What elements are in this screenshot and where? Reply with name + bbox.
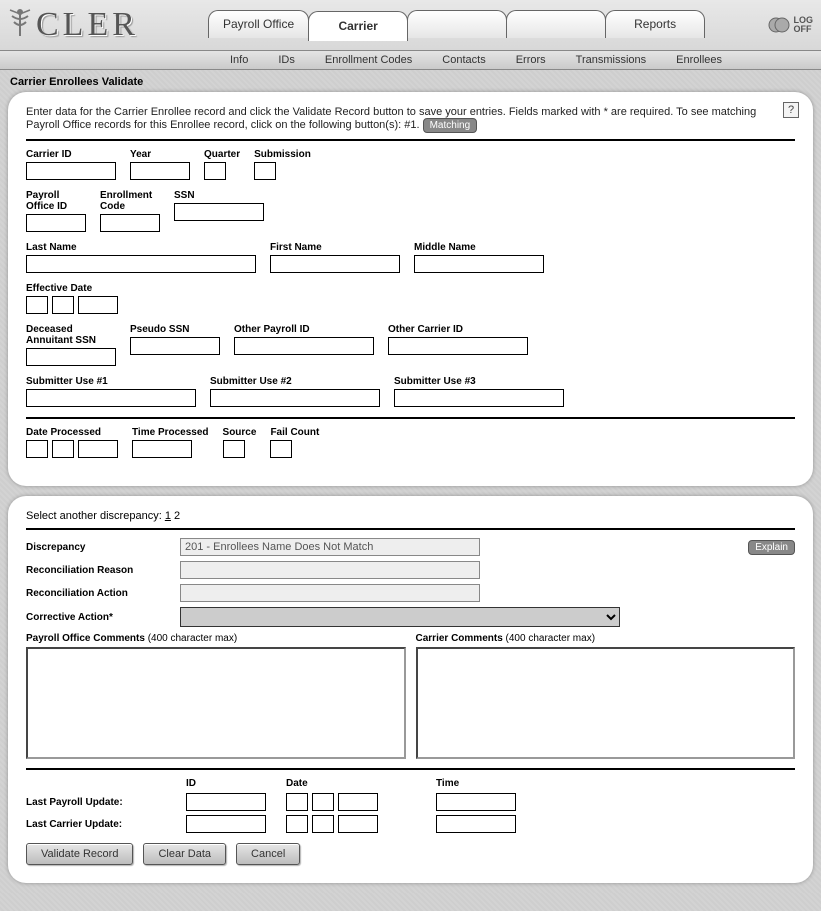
subnav-enrollees[interactable]: Enrollees: [676, 54, 722, 66]
subnav-contacts[interactable]: Contacts: [442, 54, 485, 66]
other-payroll-id-input[interactable]: [234, 337, 374, 355]
sub-nav: Info IDs Enrollment Codes Contacts Error…: [0, 50, 821, 70]
subnav-enrollment-codes[interactable]: Enrollment Codes: [325, 54, 412, 66]
cancel-button[interactable]: Cancel: [236, 843, 300, 865]
page-title: Carrier Enrollees Validate: [10, 76, 811, 88]
last-payroll-update-label: Last Payroll Update:: [26, 797, 176, 808]
last-carrier-id[interactable]: [186, 815, 266, 833]
discrepancy-field: [180, 538, 480, 556]
other-carrier-id-input[interactable]: [388, 337, 528, 355]
last-name-input[interactable]: [26, 255, 256, 273]
last-carrier-date-yyyy[interactable]: [338, 815, 378, 833]
instructions-text: Enter data for the Carrier Enrollee reco…: [26, 106, 795, 133]
tab-blank-2[interactable]: [506, 10, 606, 38]
explain-button[interactable]: Explain: [748, 540, 795, 555]
recon-action-field: [180, 584, 480, 602]
first-name-input[interactable]: [270, 255, 400, 273]
ssn-input[interactable]: [174, 203, 264, 221]
last-payroll-id[interactable]: [186, 793, 266, 811]
brain-icon: [768, 16, 790, 34]
eff-date-dd[interactable]: [52, 296, 74, 314]
last-carrier-date-dd[interactable]: [312, 815, 334, 833]
last-payroll-time[interactable]: [436, 793, 516, 811]
select-discrepancy-line: Select another discrepancy: 1 2: [26, 510, 795, 522]
logoff-line2: OFF: [794, 25, 814, 34]
carrier-id-input[interactable]: [26, 162, 116, 180]
logo-text: CLER: [36, 6, 139, 44]
date-proc-mm[interactable]: [26, 440, 48, 458]
eff-date-mm[interactable]: [26, 296, 48, 314]
time-processed-input[interactable]: [132, 440, 192, 458]
carrier-comments-textarea[interactable]: [416, 647, 796, 759]
middle-name-input[interactable]: [414, 255, 544, 273]
clear-data-button[interactable]: Clear Data: [143, 843, 226, 865]
payroll-office-id-input[interactable]: [26, 214, 86, 232]
tab-payroll-office[interactable]: Payroll Office: [208, 10, 309, 38]
deceased-ssn-input[interactable]: [26, 348, 116, 366]
discrepancy-link-2[interactable]: 2: [174, 510, 180, 522]
enrollment-code-input[interactable]: [100, 214, 160, 232]
fail-count-input[interactable]: [270, 440, 292, 458]
last-carrier-time[interactable]: [436, 815, 516, 833]
subnav-ids[interactable]: IDs: [278, 54, 295, 66]
po-comments-label: Payroll Office Comments (400 character m…: [26, 633, 406, 644]
main-tabs: Payroll Office Carrier Reports: [208, 10, 760, 40]
last-payroll-date-mm[interactable]: [286, 793, 308, 811]
date-proc-yyyy[interactable]: [78, 440, 118, 458]
caduceus-icon: [8, 8, 32, 42]
last-carrier-update-label: Last Carrier Update:: [26, 819, 176, 830]
submitter2-input[interactable]: [210, 389, 380, 407]
submission-input[interactable]: [254, 162, 276, 180]
submitter1-input[interactable]: [26, 389, 196, 407]
subnav-transmissions[interactable]: Transmissions: [576, 54, 647, 66]
recon-reason-field: [180, 561, 480, 579]
subnav-info[interactable]: Info: [230, 54, 248, 66]
eff-date-yyyy[interactable]: [78, 296, 118, 314]
logoff-button[interactable]: LOG OFF: [768, 16, 814, 34]
date-proc-dd[interactable]: [52, 440, 74, 458]
source-input[interactable]: [223, 440, 245, 458]
po-comments-textarea[interactable]: [26, 647, 406, 759]
logo-block: CLER: [8, 6, 208, 44]
panel-enrollee-form: ? Enter data for the Carrier Enrollee re…: [8, 92, 813, 486]
year-input[interactable]: [130, 162, 190, 180]
app-header: CLER Payroll Office Carrier Reports LOG …: [0, 0, 821, 50]
pseudo-ssn-input[interactable]: [130, 337, 220, 355]
tab-carrier[interactable]: Carrier: [308, 11, 408, 41]
panel-discrepancy: Select another discrepancy: 1 2 Discrepa…: [8, 496, 813, 883]
last-carrier-date-mm[interactable]: [286, 815, 308, 833]
last-payroll-date-dd[interactable]: [312, 793, 334, 811]
tab-reports[interactable]: Reports: [605, 10, 705, 38]
help-icon[interactable]: ?: [783, 102, 799, 118]
validate-record-button[interactable]: Validate Record: [26, 843, 133, 865]
carrier-comments-label: Carrier Comments (400 character max): [416, 633, 796, 644]
submitter3-input[interactable]: [394, 389, 564, 407]
subnav-errors[interactable]: Errors: [516, 54, 546, 66]
quarter-input[interactable]: [204, 162, 226, 180]
last-payroll-date-yyyy[interactable]: [338, 793, 378, 811]
corrective-action-select[interactable]: [180, 607, 620, 627]
matching-button[interactable]: Matching: [423, 118, 478, 133]
tab-blank-1[interactable]: [407, 10, 507, 38]
